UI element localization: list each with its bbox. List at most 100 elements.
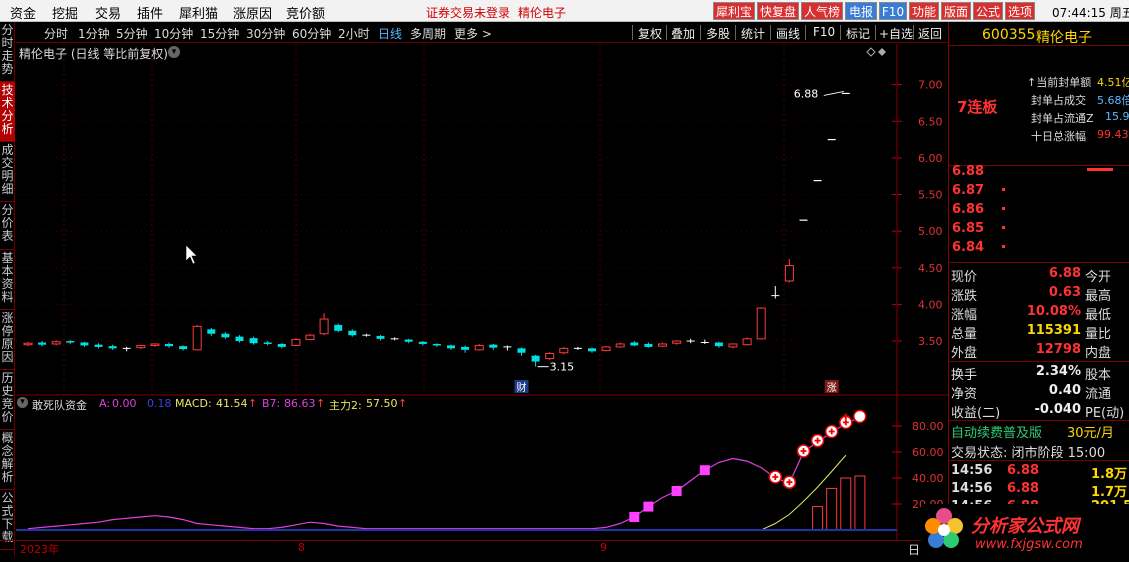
chevron-down-icon[interactable]: ▾ — [168, 46, 180, 58]
period-10min[interactable]: 10分钟 — [154, 25, 193, 42]
period-intraday[interactable]: 分时 — [44, 25, 68, 42]
promo-text[interactable]: 自动续费普及版 — [951, 422, 1042, 441]
telegraph-button[interactable]: 电报 — [845, 2, 877, 20]
diamond-icon[interactable] — [866, 47, 876, 57]
tab-technical-analysis[interactable]: 技术分析 — [0, 82, 15, 142]
candlestick-series — [23, 92, 850, 367]
indicator-bar — [840, 477, 852, 531]
candle — [136, 344, 146, 349]
candle — [630, 342, 639, 346]
menu-item-trade[interactable]: 交易 — [95, 3, 121, 22]
promo-price[interactable]: 30元/月 — [1067, 422, 1114, 441]
xilibao-button[interactable]: 犀利宝 — [713, 2, 755, 20]
candle — [531, 355, 540, 362]
period-more[interactable]: 更多 > — [454, 25, 492, 42]
date-scrollbar[interactable]: 2023年 8 9 日 — [0, 540, 948, 557]
menu-item-auction-amount[interactable]: 竞价额 — [286, 3, 325, 22]
quote-label-2: 内盘 — [1085, 346, 1112, 361]
login-notice[interactable]: 证券交易未登录 — [426, 4, 510, 21]
candle — [784, 265, 794, 282]
menu-item-limit-reason[interactable]: 涨原因 — [233, 3, 272, 22]
tool-add-watchlist[interactable]: +自选 — [879, 25, 913, 42]
options-button[interactable]: 选项 — [1005, 2, 1035, 20]
tick-price: 6.88 — [1007, 463, 1040, 478]
candle — [249, 338, 258, 344]
indicator-b7-label: B7: — [262, 397, 281, 410]
quote-label: 换手 — [951, 368, 978, 383]
period-1min[interactable]: 1分钟 — [78, 25, 110, 42]
chevron-down-icon[interactable]: ▾ — [17, 397, 28, 408]
tool-back[interactable]: 返回 — [918, 25, 942, 42]
candle — [334, 324, 343, 331]
period-5min[interactable]: 5分钟 — [116, 25, 148, 42]
toolbar-separator — [913, 25, 914, 40]
flower-logo-icon — [925, 508, 963, 548]
candle — [545, 352, 555, 360]
tab-trade-detail[interactable]: 成交明细 — [0, 142, 15, 202]
candle — [742, 338, 752, 346]
tool-overlay[interactable]: 叠加 — [671, 25, 695, 42]
diamond-filled-icon[interactable] — [878, 48, 886, 56]
order-price-5: 6.84 — [952, 240, 985, 255]
indicator-b7-value: 86.63 — [284, 397, 316, 410]
candle — [447, 345, 455, 349]
period-60min[interactable]: 60分钟 — [292, 25, 331, 42]
price-tick-label: 4.50 — [918, 262, 943, 275]
menu-item-mining[interactable]: 挖掘 — [52, 3, 78, 22]
info-ten-day-value: 99.43% — [1097, 128, 1129, 141]
stock-code: 600355 — [982, 27, 1036, 43]
period-daily[interactable]: 日线 — [378, 25, 402, 42]
tool-statistics[interactable]: 统计 — [741, 25, 765, 42]
candle — [80, 342, 89, 346]
kline-chart[interactable]: 7.00 6.50 6.00 5.50 5.00 4.50 4.00 3.50 6.88 3.… — [16, 44, 948, 540]
tool-restore-rights[interactable]: 复权 — [638, 25, 662, 42]
indicator-a-label: A: — [99, 397, 111, 410]
candle — [461, 346, 470, 350]
price-tick-label: 3.50 — [918, 335, 943, 348]
clock: 07:44:15 周五 — [1052, 6, 1129, 20]
candle — [348, 330, 357, 336]
tab-limit-reason[interactable]: 涨停原因 — [0, 310, 15, 370]
trade-status: 交易状态: 闭市阶段 15:00 — [951, 446, 1106, 461]
menu-item-xilimao[interactable]: 犀利猫 — [179, 3, 218, 22]
price-axis: 7.00 6.50 6.00 5.50 5.00 4.50 4.00 3.50 — [16, 79, 943, 348]
candle — [51, 341, 61, 345]
menu-item-funds[interactable]: 资金 — [10, 3, 36, 22]
signal-square — [643, 501, 654, 512]
popularity-button[interactable]: 人气榜 — [801, 2, 843, 20]
period-30min[interactable]: 30分钟 — [246, 25, 285, 42]
menu-item-plugin[interactable]: 插件 — [137, 3, 163, 22]
period-2hour[interactable]: 2小时 — [338, 25, 370, 42]
order-price-3: 6.86 — [952, 202, 985, 217]
function-button[interactable]: 功能 — [909, 2, 939, 20]
tool-multi-stock[interactable]: 多股 — [706, 25, 730, 42]
layout-button[interactable]: 版面 — [941, 2, 971, 20]
tool-draw-line[interactable]: 画线 — [776, 25, 800, 42]
quote-label-2: 股本 — [1085, 368, 1112, 383]
tab-intraday[interactable]: 分时走势 — [0, 22, 15, 82]
toolbar-separator — [770, 25, 771, 40]
tab-basic-info[interactable]: 基本资料 — [0, 250, 15, 310]
tool-f10[interactable]: F10 — [813, 25, 835, 39]
signal-square — [699, 465, 710, 476]
tab-concept-analysis[interactable]: 概念解析 — [0, 430, 15, 490]
indicator-bar — [854, 475, 866, 531]
quick-review-button[interactable]: 快复盘 — [757, 2, 799, 20]
chart-title: 精伦电子 (日线 等比前复权) — [19, 47, 168, 61]
tool-mark[interactable]: 标记 — [846, 25, 870, 42]
quote-label-2: 今开 — [1085, 270, 1112, 285]
x-label-aug: 8 — [298, 541, 305, 554]
price-tick-label: 4.00 — [918, 298, 943, 311]
quote-label-2: PE(动) — [1085, 406, 1125, 421]
indicator-bar — [812, 506, 824, 531]
tab-price-table[interactable]: 分价表 — [0, 202, 15, 250]
info-seal-amount-label: ↑当前封单额 — [1027, 76, 1092, 89]
f10-button[interactable]: F10 — [879, 2, 907, 20]
period-multi[interactable]: 多周期 — [410, 25, 446, 42]
candle — [672, 340, 682, 344]
tab-history-auction[interactable]: 历史竞价 — [0, 370, 15, 430]
period-15min[interactable]: 15分钟 — [200, 25, 239, 42]
toolbar-separator — [805, 25, 806, 40]
formula-button[interactable]: 公式 — [973, 2, 1003, 20]
candle — [23, 342, 33, 346]
